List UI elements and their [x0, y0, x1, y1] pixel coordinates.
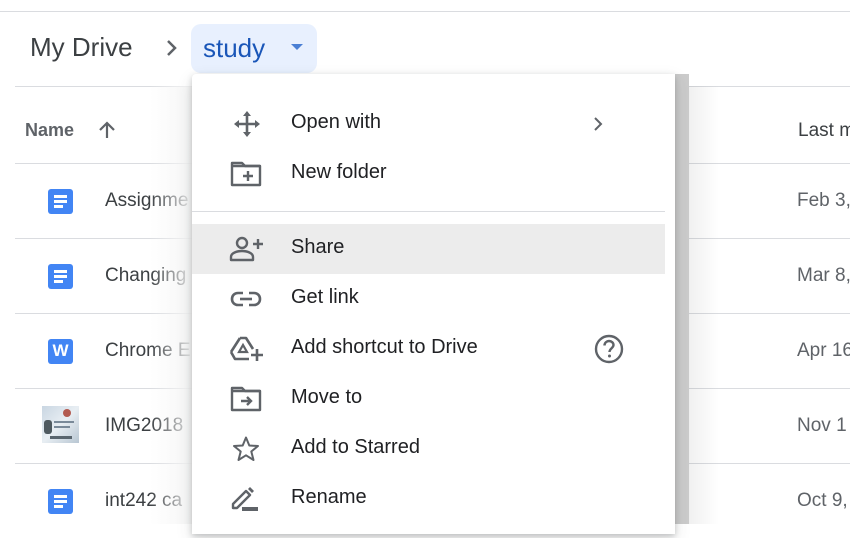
- chevron-right-icon: [590, 109, 626, 139]
- file-date: Feb 3,: [797, 190, 850, 211]
- menu-item-label: Share: [291, 236, 345, 258]
- menu-item-label: New folder: [291, 161, 387, 183]
- open-with-icon: [229, 111, 265, 137]
- menu-item-add-to-starred[interactable]: Add to Starred: [192, 424, 665, 474]
- menu-item-open-with[interactable]: Open with: [192, 99, 665, 149]
- menu-shadow: [150, 86, 195, 524]
- new-folder-icon: [229, 161, 265, 187]
- google-docs-icon: [48, 489, 73, 514]
- top-divider: [0, 11, 850, 12]
- menu-item-label: Open with: [291, 111, 382, 133]
- menu-item-new-folder[interactable]: New folder: [192, 149, 665, 199]
- word-icon: W: [48, 339, 73, 364]
- menu-item-label: Add to Starred: [291, 436, 420, 458]
- sort-ascending-arrow-icon[interactable]: [96, 119, 118, 141]
- add-person-icon: [229, 236, 265, 262]
- dropdown-caret-icon: [291, 44, 303, 50]
- menu-shadow: [689, 86, 719, 524]
- pencil-icon: [229, 486, 265, 512]
- menu-divider: [192, 211, 665, 212]
- context-menu: Open with New folder Share Get link Add …: [192, 74, 675, 534]
- menu-scrollbar[interactable]: [675, 74, 689, 524]
- menu-item-label: Rename: [291, 486, 367, 508]
- star-icon: [229, 436, 265, 462]
- file-date: Nov 1: [797, 415, 847, 436]
- help-icon[interactable]: [592, 334, 628, 364]
- image-thumbnail: [42, 406, 79, 443]
- menu-item-move-to[interactable]: Move to: [192, 374, 665, 424]
- file-date: Mar 8,: [797, 265, 850, 286]
- link-icon: [229, 286, 265, 312]
- add-shortcut-icon: [229, 336, 265, 362]
- google-docs-icon: [48, 264, 73, 289]
- chevron-right-icon: [162, 34, 182, 62]
- folder-name: study: [203, 33, 266, 63]
- google-docs-icon: [48, 189, 73, 214]
- menu-item-label: Add shortcut to Drive: [291, 336, 478, 358]
- menu-item-label: Get link: [291, 286, 359, 308]
- menu-item-share[interactable]: Share: [192, 224, 665, 274]
- move-to-folder-icon: [229, 386, 265, 412]
- file-date: Oct 9,: [797, 490, 848, 511]
- column-header-name[interactable]: Name: [25, 120, 74, 141]
- menu-item-label: Move to: [291, 386, 363, 408]
- file-date: Apr 16: [797, 340, 850, 361]
- breadcrumb-current-folder[interactable]: study: [191, 24, 317, 73]
- menu-item-add-shortcut[interactable]: Add shortcut to Drive: [192, 324, 665, 374]
- menu-item-rename[interactable]: Rename: [192, 474, 665, 524]
- column-header-last-modified[interactable]: Last m: [798, 120, 850, 142]
- menu-item-get-link[interactable]: Get link: [192, 274, 665, 324]
- breadcrumb-my-drive[interactable]: My Drive: [30, 32, 133, 63]
